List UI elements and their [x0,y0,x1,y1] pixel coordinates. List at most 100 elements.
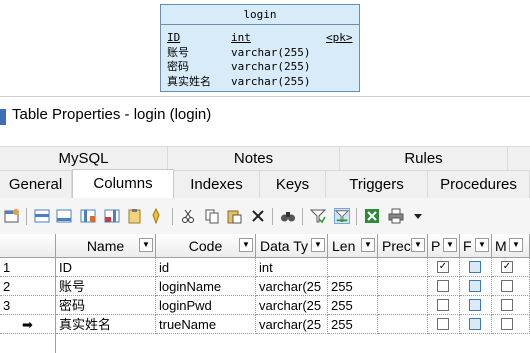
paste-icon[interactable] [226,208,242,224]
row-account-len-cell[interactable]: 255 [328,277,378,296]
row-account-f-checkbox[interactable] [469,280,481,292]
dropdown-arrow-icon[interactable]: ▼ [475,238,489,252]
entity-col-type: varchar(255) [231,45,311,59]
toolbar-separator [26,208,27,225]
row-real-name-m-cell [492,315,530,334]
find-icon[interactable] [148,208,164,224]
row-id-code-cell[interactable]: id [156,258,256,277]
header-precision-label: Prec [382,238,411,254]
row-account-code-cell[interactable]: loginName [156,277,256,296]
dropdown-icon[interactable] [410,208,426,224]
header-code-label: Code [188,238,223,254]
row-header[interactable]: 2 [0,277,56,296]
row-id-name-cell[interactable]: ID [56,258,156,277]
row-password-code-cell[interactable]: loginPwd [156,296,256,315]
row-real-name-name-cell[interactable]: 真实姓名 [56,315,156,334]
row-id-m-checkbox[interactable]: ✓ [501,261,513,273]
header-primary[interactable]: P ▼ [428,234,460,258]
entity-col-name: ID [167,31,181,44]
row-real-name-f-cell [460,315,492,334]
row-account-m-checkbox[interactable] [501,280,513,292]
tab-notes[interactable]: Notes [168,147,340,171]
header-length[interactable]: Len ▼ [328,234,378,258]
row-real-name-p-checkbox[interactable] [437,318,449,330]
header-corner [0,234,56,258]
add-row-icon[interactable] [56,208,72,224]
row-real-name-code-cell[interactable]: trueName [156,315,256,334]
print-icon[interactable] [388,208,404,224]
row-header[interactable]: 3 [0,296,56,315]
tab-general[interactable]: General [0,171,72,198]
filter-icon[interactable] [310,208,326,224]
copy-icon[interactable] [204,208,220,224]
entity-row: 账号 varchar(255) [161,46,359,61]
cut-icon[interactable] [180,208,196,224]
tab-procedures[interactable]: Procedures [428,171,530,198]
row-password-f-checkbox[interactable] [469,299,481,311]
row-account-p-checkbox[interactable] [437,280,449,292]
row-real-name-type-cell[interactable]: varchar(25 [256,315,328,334]
binoculars-icon[interactable] [280,208,296,224]
toolbar-separator [172,208,173,225]
filter-active-icon[interactable] [334,208,350,224]
dropdown-arrow-icon[interactable]: ▼ [361,238,375,252]
header-data-type[interactable]: Data Ty ▼ [256,234,328,258]
tab-rules[interactable]: Rules [340,147,508,171]
tab-mysql[interactable]: MySQL [0,147,168,171]
row-password-type-cell[interactable]: varchar(25 [256,296,328,315]
row-account-type-cell[interactable]: varchar(25 [256,277,328,296]
dropdown-arrow-icon[interactable]: ▼ [443,238,457,252]
dropdown-arrow-icon[interactable]: ▼ [239,238,253,252]
empty-row-header[interactable] [0,334,56,353]
row-account-f-cell [460,277,492,296]
tab-indexes[interactable]: Indexes [174,171,260,198]
row-real-name-f-checkbox[interactable] [469,318,481,330]
tab-triggers[interactable]: Triggers [326,171,428,198]
paste-icon[interactable] [126,208,142,224]
dropdown-arrow-icon[interactable]: ▼ [311,238,325,252]
row-account-name-cell[interactable]: 账号 [56,277,156,296]
header-primary-label: P [431,238,441,254]
row-password-prec-cell[interactable] [378,296,428,315]
row-account-prec-cell[interactable] [378,277,428,296]
header-name-label: Name [86,238,125,254]
dialog-title-bar[interactable]: Table Properties - login (login) [0,96,530,137]
tab-row-2: General Columns Indexes Keys Triggers Pr… [0,169,530,199]
row-password-m-checkbox[interactable] [501,299,513,311]
row-real-name-prec-cell[interactable] [378,315,428,334]
row-password-name-cell[interactable]: 密码 [56,296,156,315]
row-id-len-cell[interactable] [328,258,378,277]
row-id-p-checkbox[interactable]: ✓ [437,261,449,273]
row-real-name-m-checkbox[interactable] [501,318,513,330]
header-name[interactable]: Name ▼ [56,234,156,258]
excel-icon[interactable] [364,208,380,224]
row-password-p-checkbox[interactable] [437,299,449,311]
dropdown-arrow-icon[interactable]: ▼ [139,238,153,252]
dropdown-arrow-icon[interactable]: ▼ [411,238,425,252]
columns-toolbar [0,198,530,234]
row-password-len-cell[interactable]: 255 [328,296,378,315]
row-id-f-checkbox[interactable] [469,261,481,273]
tab-columns[interactable]: Columns [72,169,174,198]
remove-columns-icon[interactable] [104,208,120,224]
row-id-prec-cell[interactable] [378,258,428,277]
dialog-title: Table Properties - login (login) [12,106,212,123]
add-columns-icon[interactable] [80,208,96,224]
row-id-f-cell [460,258,492,277]
header-foreign[interactable]: F ▼ [460,234,492,258]
header-code[interactable]: Code ▼ [156,234,256,258]
login-entity-box[interactable]: login ID int <pk> 账号 varchar(255) 密码 var… [160,4,360,92]
tab-keys[interactable]: Keys [260,171,326,198]
insert-row-icon[interactable] [34,208,50,224]
entity-title: login [161,5,359,25]
row-real-name-len-cell[interactable]: 255 [328,315,378,334]
header-data-type-label: Data Ty [260,238,308,254]
header-mandatory[interactable]: M ▼ [492,234,530,258]
row-header[interactable]: ➡ [0,315,56,334]
row-id-type-cell[interactable]: int [256,258,328,277]
row-header[interactable]: 1 [0,258,56,277]
dropdown-arrow-icon[interactable]: ▼ [509,238,523,252]
delete-icon[interactable] [250,208,266,224]
properties-icon[interactable] [4,208,20,224]
header-precision[interactable]: Prec ▼ [378,234,428,258]
